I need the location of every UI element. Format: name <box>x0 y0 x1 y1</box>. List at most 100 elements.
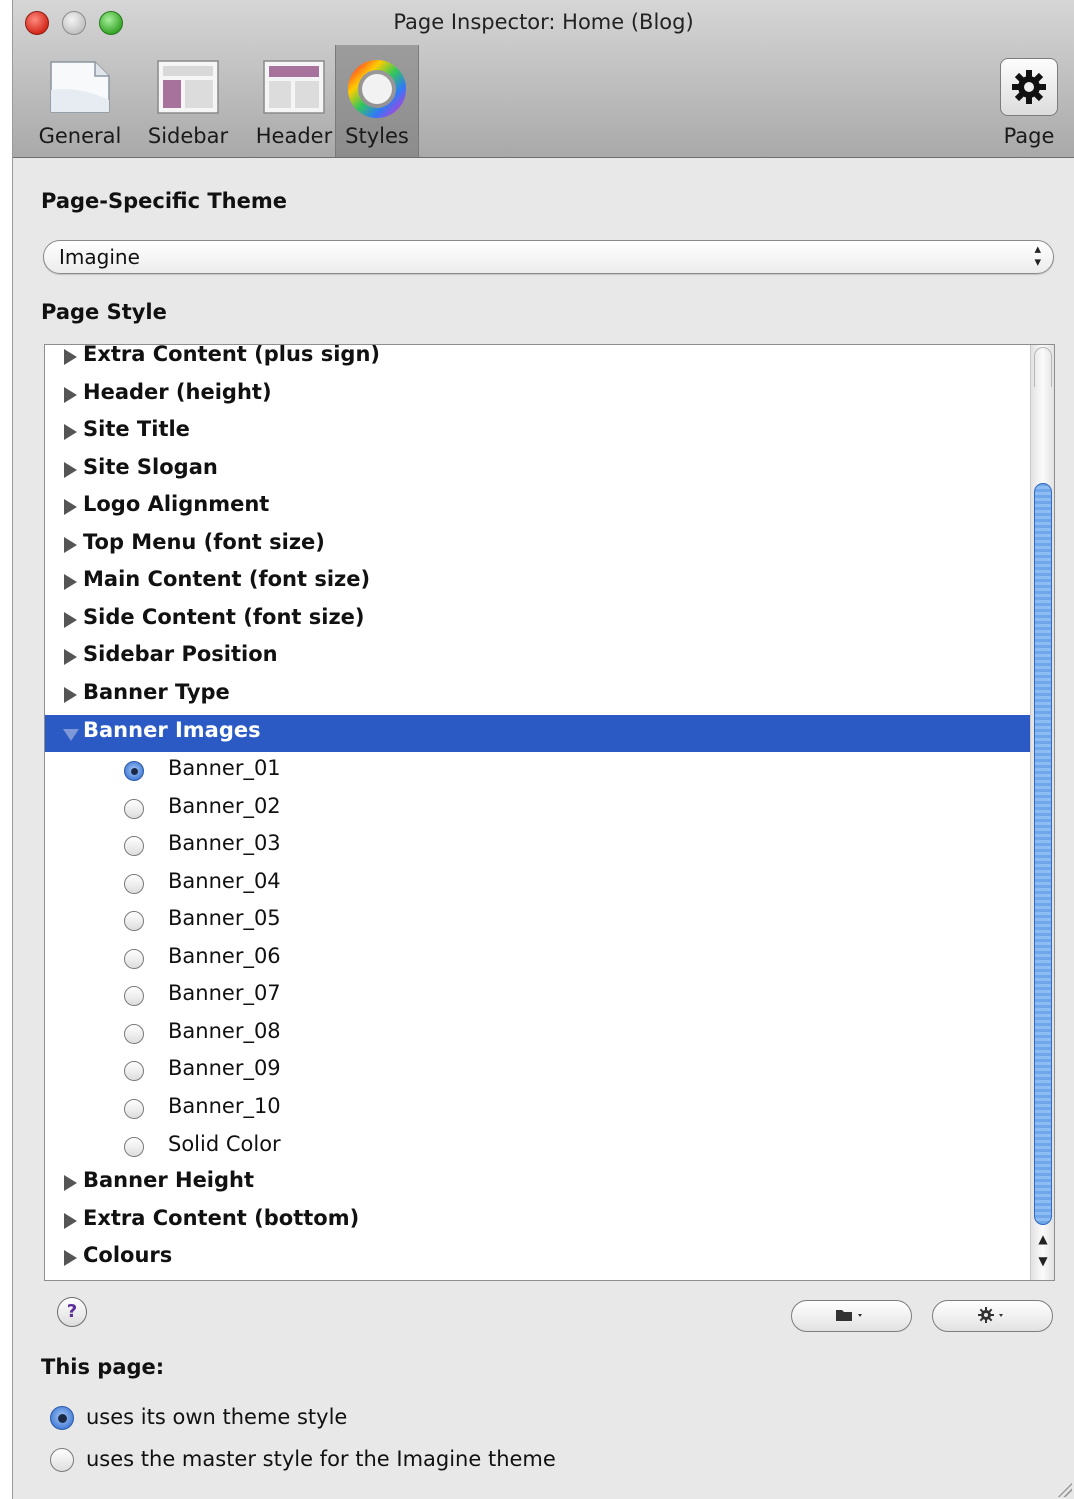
outline-group-label: Top Menu (font size) <box>83 529 325 554</box>
theme-popup-value: Imagine <box>59 245 140 269</box>
outline-group-label: Banner Height <box>83 1168 255 1193</box>
option-radio[interactable] <box>124 1061 144 1082</box>
page-inspector-window: Page Inspector: Home (Blog) General Side… <box>12 0 1074 1499</box>
folder-action-button[interactable] <box>791 1300 912 1332</box>
outline-group-label: Side Content (font size) <box>83 604 365 629</box>
master-style-radio[interactable] <box>50 1448 74 1472</box>
option-radio[interactable] <box>124 798 144 819</box>
scroll-up-arrow-icon[interactable]: ▲ <box>1031 1229 1054 1249</box>
outline-group-label: Banner Type <box>83 679 230 704</box>
color-wheel-icon <box>348 60 406 122</box>
outline-group-row[interactable]: Header (height) <box>45 377 1030 414</box>
disclosure-closed-icon[interactable] <box>64 386 77 403</box>
outline-group-label: Main Content (font size) <box>83 567 371 592</box>
disclosure-open-icon[interactable] <box>63 728 79 741</box>
outline-option-row[interactable]: Banner_07 <box>45 977 1030 1014</box>
gear-button-frame <box>1000 58 1058 116</box>
outline-group-row[interactable]: Extra Content (bottom) <box>45 1203 1030 1240</box>
disclosure-closed-icon[interactable] <box>64 574 77 591</box>
own-theme-style-label: uses its own theme style <box>86 1405 348 1429</box>
disclosure-closed-icon[interactable] <box>64 1175 77 1192</box>
outline-group-label: Site Title <box>83 417 190 442</box>
disclosure-closed-icon[interactable] <box>64 349 77 365</box>
header-layout-icon <box>263 60 325 118</box>
outline-group-row[interactable]: Logo Alignment <box>45 489 1030 526</box>
option-label: Banner_08 <box>168 1018 281 1043</box>
tab-styles[interactable]: Styles <box>335 45 419 157</box>
outline-option-row[interactable]: Banner_05 <box>45 902 1030 939</box>
outline-option-row[interactable]: Banner_03 <box>45 827 1030 864</box>
disclosure-closed-icon[interactable] <box>64 536 77 553</box>
outline-group-row[interactable]: Site Title <box>45 414 1030 451</box>
disclosure-closed-icon[interactable] <box>64 424 77 441</box>
theme-popup[interactable]: Imagine ▴ ▾ <box>43 240 1054 274</box>
option-radio[interactable] <box>124 948 144 969</box>
vertical-scrollbar[interactable]: ▲ ▼ <box>1030 345 1054 1280</box>
disclosure-closed-icon[interactable] <box>64 649 77 666</box>
page-button-label: Page <box>1003 124 1055 148</box>
outline-group-row[interactable]: Extra Content (plus sign) <box>45 345 1030 376</box>
option-label: Banner_09 <box>168 1056 281 1081</box>
outline-option-row[interactable]: Banner_10 <box>45 1090 1030 1127</box>
general-page-icon <box>49 60 111 118</box>
option-radio[interactable] <box>124 873 144 894</box>
tab-general-label: General <box>38 124 122 148</box>
outline-group-row[interactable]: Banner Height <box>45 1165 1030 1202</box>
page-button[interactable]: Page <box>993 50 1065 156</box>
help-button[interactable]: ? <box>57 1297 87 1327</box>
option-radio[interactable] <box>124 1023 144 1044</box>
page-style-heading: Page Style <box>41 300 167 324</box>
outline-option-row[interactable]: Banner_02 <box>45 790 1030 827</box>
outline-group-row[interactable]: Colours <box>45 1240 1030 1277</box>
disclosure-closed-icon[interactable] <box>64 1212 77 1229</box>
tab-general[interactable]: General <box>27 50 133 156</box>
window-title: Page Inspector: Home (Blog) <box>393 10 694 34</box>
option-label: Banner_04 <box>168 868 281 893</box>
gear-menu-icon <box>933 1305 1052 1330</box>
outline-option-row[interactable]: Banner_09 <box>45 1052 1030 1089</box>
option-radio[interactable] <box>124 911 144 932</box>
toolbar: Page Inspector: Home (Blog) General Side… <box>13 0 1074 158</box>
outline-group-row-selected[interactable]: Banner Images <box>45 714 1030 752</box>
outline-option-row[interactable]: Banner_04 <box>45 865 1030 902</box>
tab-sidebar-label: Sidebar <box>147 124 229 148</box>
outline-option-row[interactable]: Banner_06 <box>45 940 1030 977</box>
outline-group-label: Site Slogan <box>83 454 218 479</box>
theme-heading: Page-Specific Theme <box>41 189 288 213</box>
option-label: Banner_02 <box>168 793 281 818</box>
outline-group-row[interactable]: Main Content (font size) <box>45 564 1030 601</box>
disclosure-closed-icon[interactable] <box>64 686 77 703</box>
disclosure-closed-icon[interactable] <box>64 611 77 628</box>
resize-grip-icon[interactable] <box>1054 1479 1072 1497</box>
disclosure-closed-icon[interactable] <box>64 461 77 478</box>
disclosure-closed-icon[interactable] <box>64 499 77 516</box>
outline-group-row[interactable]: Sidebar Position <box>45 639 1030 676</box>
this-page-heading: This page: <box>41 1355 165 1379</box>
scroll-down-arrow-icon[interactable]: ▼ <box>1031 1251 1054 1271</box>
scroll-thumb[interactable] <box>1034 483 1052 1225</box>
own-theme-style-radio[interactable] <box>50 1406 74 1430</box>
disclosure-closed-icon[interactable] <box>64 1250 77 1267</box>
option-radio[interactable] <box>124 1099 144 1119</box>
tab-header-label: Header <box>255 124 333 148</box>
tab-sidebar[interactable]: Sidebar <box>133 50 243 156</box>
option-radio[interactable] <box>124 986 144 1007</box>
outline-option-row[interactable]: Banner_08 <box>45 1015 1030 1052</box>
option-radio[interactable] <box>124 836 144 857</box>
option-radio[interactable] <box>124 1136 144 1157</box>
gear-action-button[interactable] <box>932 1300 1053 1332</box>
scroll-track-top <box>1034 347 1052 387</box>
outline-option-row[interactable]: Banner_01 <box>45 752 1030 789</box>
outline-group-row[interactable]: Banner Type <box>45 677 1030 714</box>
outline-group-row[interactable]: Side Content (font size) <box>45 602 1030 639</box>
option-label: Banner_10 <box>168 1094 281 1118</box>
outline-group-label: Header (height) <box>83 379 272 404</box>
option-label: Banner_06 <box>168 943 281 968</box>
tab-styles-label: Styles <box>345 124 409 148</box>
outline-group-row[interactable]: Top Menu (font size) <box>45 527 1030 564</box>
option-radio[interactable] <box>124 761 144 782</box>
page-style-outline[interactable]: Extra Content (plus sign) Header (height)… <box>44 344 1055 1281</box>
outline-group-row[interactable]: Site Slogan <box>45 452 1030 489</box>
tab-header[interactable]: Header <box>243 50 345 156</box>
outline-option-row[interactable]: Solid Color <box>45 1128 1030 1165</box>
